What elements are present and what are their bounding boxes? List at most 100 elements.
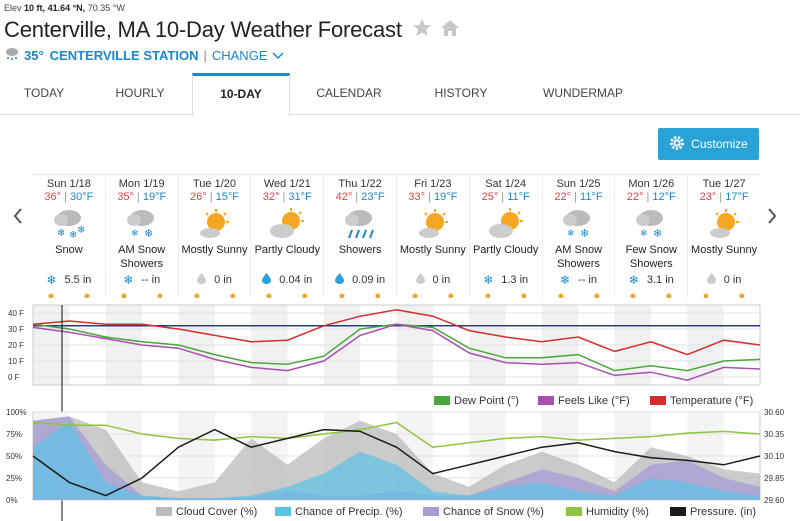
mostly-sunny-icon — [179, 207, 251, 241]
day-high: 26° — [190, 191, 207, 203]
day-column[interactable]: Tue 1/27 23° | 17°F Mostly Sunny 0 in — [688, 175, 760, 298]
day-low: 11°F — [580, 191, 603, 203]
elev-label: Elev — [4, 3, 22, 13]
gear-icon — [669, 135, 685, 154]
snow-showers-icon: ❄ ❄ — [615, 207, 687, 241]
day-precip: 0 in — [397, 273, 469, 287]
day-condition: AM Snow Showers — [118, 244, 166, 270]
separator: | — [203, 48, 207, 63]
day-low: 17°F — [725, 191, 749, 203]
temp-separator: | — [425, 191, 435, 203]
day-high: 22° — [626, 191, 644, 203]
snow-icon: ❄ ❄ ❄ — [33, 207, 105, 241]
sun-markers — [485, 293, 527, 298]
svg-text:❄: ❄ — [567, 228, 575, 238]
precip-amount: 0 in — [723, 274, 742, 286]
showers-icon — [324, 207, 396, 241]
day-precip: 0.09 in — [324, 273, 396, 287]
prev-arrow[interactable] — [12, 207, 24, 231]
tab-today[interactable]: TODAY — [0, 73, 88, 115]
precip-tick-label: 0% — [6, 496, 18, 505]
precip-amount: -- in — [578, 274, 597, 286]
home-icon[interactable] — [440, 19, 460, 42]
temp-tick-label: 40 F — [8, 309, 24, 318]
elev-value: 10 ft, — [24, 3, 46, 13]
elevation-info: Elev 10 ft, 41.64 °N, 70.35 °W — [4, 3, 125, 13]
day-precip: 0 in — [179, 273, 251, 287]
day-high: 35° — [117, 191, 134, 203]
snowflake-icon: ❄ — [483, 273, 494, 287]
legend-label: Feels Like (°F) — [558, 395, 630, 407]
legend-swatch — [650, 396, 666, 405]
legend-label: Dew Point (°) — [454, 395, 519, 407]
day-condition: Showers — [338, 244, 382, 256]
customize-button[interactable]: Customize — [658, 128, 759, 160]
precip-amount: 3.1 in — [646, 274, 674, 286]
day-date: Wed 1/21 — [263, 178, 311, 190]
day-temps: 26° | 15°F — [179, 191, 251, 203]
temp-separator: | — [352, 191, 362, 203]
precip-amount: 0 in — [214, 274, 232, 286]
day-column[interactable]: Fri 1/23 33° | 19°F Mostly Sunny 0 in — [397, 175, 470, 298]
tab-wundermap[interactable]: WUNDERMAP — [528, 73, 638, 115]
temp-tick-label: 20 F — [8, 341, 24, 350]
tab-calendar[interactable]: CALENDAR — [300, 73, 398, 115]
day-date: Mon 1/26 — [628, 178, 675, 190]
day-low: 12°F — [652, 191, 676, 203]
precip-amount: 5.5 in — [64, 274, 92, 286]
drop-icon — [197, 273, 207, 287]
day-precip: 0 in — [688, 273, 760, 287]
day-column[interactable]: Mon 1/26 22° | 12°F ❄ ❄ Few Snow Showers ❄ 3.1… — [615, 175, 689, 298]
legend-swatch — [670, 507, 686, 516]
sun-markers — [121, 293, 163, 298]
legend-label: Humidity (%) — [586, 506, 649, 518]
chevron-down-icon[interactable] — [272, 48, 285, 63]
day-temps: 33° | 19°F — [397, 191, 469, 203]
customize-label: Customize — [691, 137, 748, 151]
mostly-sunny-icon — [688, 207, 760, 241]
change-station-link[interactable]: CHANGE — [212, 48, 268, 63]
day-column[interactable]: Wed 1/21 32° | 31°F Partly Cloudy 0.04 in — [251, 175, 325, 298]
day-column[interactable]: Mon 1/19 35° | 19°F ❄ ❄ AM Snow Showers ❄ -- i… — [106, 175, 179, 298]
day-condition: Few Snow Showers — [625, 244, 677, 270]
day-low: 30°F — [70, 191, 94, 203]
day-column[interactable]: Thu 1/22 42° | 23°F Showers 0.09 in — [324, 175, 397, 298]
day-date: Fri 1/23 — [414, 178, 452, 190]
sun-markers — [630, 293, 672, 298]
day-date: Sun 1/25 — [556, 178, 601, 190]
partly-cloudy-icon — [251, 207, 323, 241]
day-column[interactable]: Tue 1/20 26° | 15°F Mostly Sunny 0 in — [179, 175, 252, 298]
day-precip: ❄ -- in — [106, 273, 178, 287]
station-name[interactable]: CENTERVILLE STATION — [50, 48, 199, 63]
precip-amount: 0.09 in — [352, 274, 386, 286]
svg-text:❄: ❄ — [580, 228, 589, 240]
day-date: Thu 1/22 — [338, 178, 382, 190]
precip-tick-label: 25% — [6, 474, 22, 483]
day-temps: 42° | 23°F — [324, 191, 396, 203]
next-arrow[interactable] — [766, 207, 778, 231]
day-temps: 22° | 12°F — [615, 191, 687, 203]
day-condition: AM Snow Showers — [554, 244, 603, 270]
svg-text:❄: ❄ — [144, 228, 153, 240]
tab-history[interactable]: HISTORY — [412, 73, 510, 115]
day-high: 42° — [335, 191, 353, 203]
legend-label: Chance of Precip. (%) — [295, 506, 403, 518]
title-row: Centerville, MA 10-Day Weather Forecast — [4, 17, 460, 43]
day-column[interactable]: Sat 1/24 25° | 11°F Partly Cloudy ❄ 1.3 in — [470, 175, 543, 298]
legend-label: Pressure. (in) — [690, 506, 756, 518]
tab-hourly[interactable]: HOURLY — [96, 73, 184, 115]
day-column[interactable]: Sun 1/18 36° | 30°F ❄ ❄ ❄ Snow ❄ 5.5 in — [33, 175, 106, 298]
day-date: Tue 1/27 — [702, 178, 746, 190]
day-high: 32° — [262, 191, 280, 203]
svg-text:❄: ❄ — [77, 225, 85, 236]
legend-label: Chance of Snow (%) — [443, 506, 544, 518]
day-column[interactable]: Sun 1/25 22° | 11°F ❄ ❄ AM Snow Showers ❄ -- i… — [543, 175, 616, 298]
day-date: Sun 1/18 — [46, 178, 91, 190]
temp-separator: | — [571, 191, 581, 203]
page-title: Centerville, MA 10-Day Weather Forecast — [4, 17, 402, 42]
star-icon[interactable] — [412, 18, 432, 42]
tab-10-day[interactable]: 10-DAY — [192, 73, 290, 116]
sun-markers — [558, 293, 599, 298]
day-low: 31°F — [288, 191, 312, 203]
pressure-tick-label: 30.10 — [764, 452, 785, 461]
